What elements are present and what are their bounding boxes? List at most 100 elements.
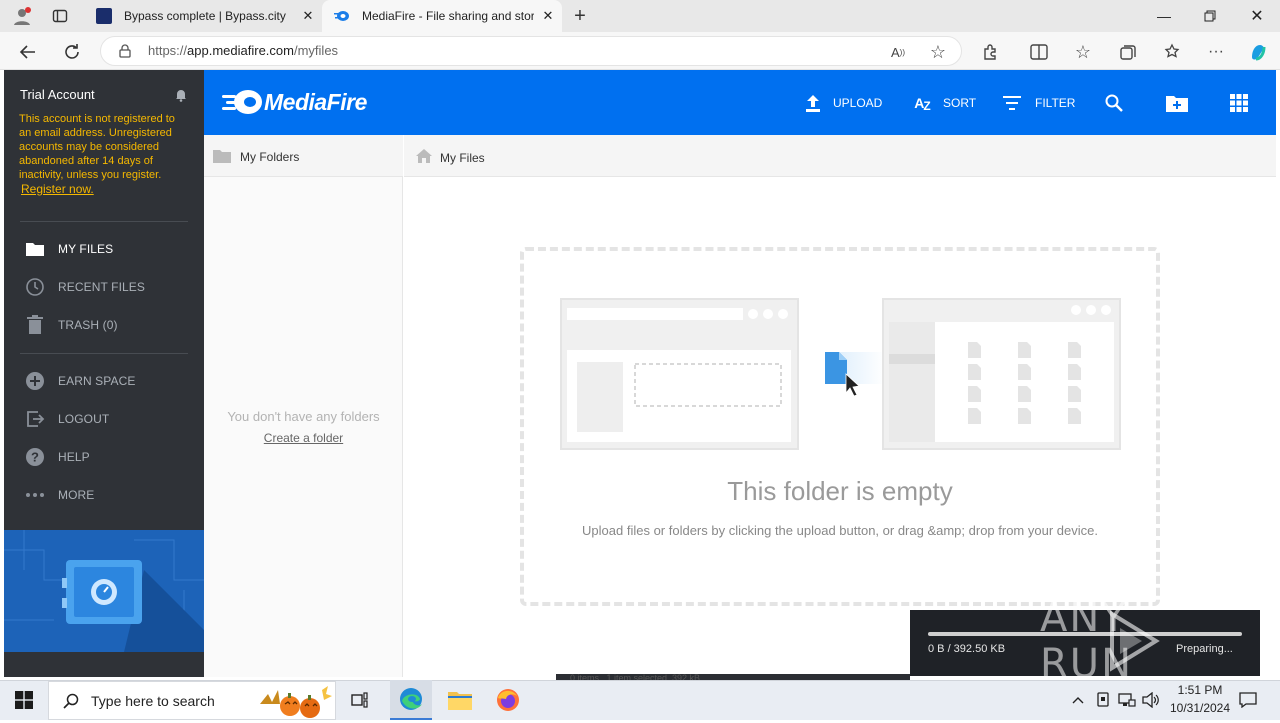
upload-label: UPLOAD: [833, 96, 883, 110]
help-icon: ?: [24, 446, 46, 468]
url-text[interactable]: https://app.mediafire.com/myfiles: [148, 43, 338, 58]
filter-icon: [1003, 95, 1021, 111]
logo-text: MediaFire: [264, 88, 367, 115]
sort-az-icon: AZ: [914, 95, 931, 113]
watermark-text: ANY RUN: [1040, 595, 1133, 687]
volume-icon[interactable]: [1140, 690, 1162, 710]
clock-time[interactable]: 1:51 PM: [1164, 683, 1236, 697]
more-icon: [24, 484, 46, 506]
nav-trash[interactable]: TRASH (0): [24, 312, 118, 338]
favorite-star-icon[interactable]: ☆: [926, 40, 950, 64]
nav-label: TRASH (0): [58, 318, 118, 332]
tab-bypass[interactable]: Bypass complete | Bypass.city ✕: [86, 0, 322, 32]
tab-actions-icon[interactable]: [48, 4, 72, 28]
search-placeholder: Type here to search: [91, 692, 215, 709]
mediafire-flame-icon: [220, 88, 264, 116]
trash-icon: [24, 314, 46, 336]
nav-recent-files[interactable]: RECENT FILES: [24, 274, 145, 300]
new-tab-icon[interactable]: +: [568, 4, 592, 28]
profile-icon[interactable]: [10, 4, 34, 28]
divider: [20, 353, 188, 354]
grid-view-icon[interactable]: [1229, 93, 1249, 113]
firefox-icon[interactable]: [488, 680, 528, 720]
svg-text:?: ?: [31, 450, 39, 465]
nav-label: EARN SPACE: [58, 374, 136, 388]
device-icon[interactable]: [1093, 690, 1113, 710]
extensions-icon[interactable]: [979, 40, 1003, 64]
browser-essentials-icon[interactable]: [1160, 40, 1184, 64]
network-icon[interactable]: [1116, 690, 1138, 710]
tab-title: MediaFire - File sharing and stora: [362, 9, 534, 23]
search-icon: [61, 691, 81, 711]
upload-icon: [805, 94, 821, 112]
halloween-search-art: [258, 684, 336, 718]
folders-pane: [204, 135, 403, 677]
plus-circle-icon: [24, 370, 46, 392]
divider: [20, 221, 188, 222]
split-screen-icon[interactable]: [1027, 40, 1051, 64]
register-link[interactable]: Register now.: [21, 182, 94, 196]
url-prefix: https://: [148, 43, 188, 58]
close-tab-icon[interactable]: ✕: [540, 8, 556, 24]
close-window-icon[interactable]: ✕: [1234, 0, 1280, 32]
notification-bell-icon[interactable]: [174, 88, 188, 102]
tab-mediafire[interactable]: MediaFire - File sharing and stora ✕: [322, 0, 562, 32]
task-view-icon[interactable]: [340, 680, 380, 720]
mediafire-logo[interactable]: MediaFire: [220, 88, 367, 116]
clock-icon: [24, 276, 46, 298]
back-icon[interactable]: [16, 40, 40, 64]
url-host: app.mediafire.com: [187, 43, 294, 58]
refresh-icon[interactable]: [60, 40, 84, 64]
nav-label: LOGOUT: [58, 412, 110, 426]
tray-chevron-icon[interactable]: [1068, 690, 1088, 710]
no-folders-text: You don't have any folders: [227, 409, 380, 424]
nav-label: RECENT FILES: [58, 280, 145, 294]
collections-icon[interactable]: [1116, 40, 1140, 64]
account-title: Trial Account: [20, 87, 95, 102]
folders-title: My Folders: [240, 150, 300, 164]
minimize-icon[interactable]: —: [1141, 0, 1187, 32]
url-path: /myfiles: [293, 43, 339, 58]
promo-banner[interactable]: [4, 530, 204, 652]
copilot-icon[interactable]: [1246, 40, 1270, 64]
search-icon[interactable]: [1104, 93, 1124, 113]
edge-taskbar-icon[interactable]: [390, 680, 432, 720]
folders-pane-header: [204, 135, 403, 177]
favorites-icon[interactable]: ☆: [1071, 40, 1095, 64]
download-size: 0 B / 392.50 KB: [928, 643, 1006, 655]
filter-button[interactable]: FILTER: [1003, 92, 1075, 114]
close-tab-icon[interactable]: ✕: [300, 8, 316, 24]
lock-icon[interactable]: [116, 42, 134, 60]
nav-my-files[interactable]: MY FILES: [24, 236, 113, 262]
tab-title: Bypass complete | Bypass.city: [124, 9, 286, 23]
file-explorer-icon[interactable]: [440, 680, 480, 720]
sort-button[interactable]: AZ SORT: [911, 92, 976, 114]
nav-logout[interactable]: LOGOUT: [24, 406, 109, 432]
bypass-favicon-icon: [96, 8, 112, 24]
empty-description: Upload files or folders by clicking the …: [582, 523, 1098, 538]
create-folder-link[interactable]: Create a folder: [204, 431, 403, 445]
clock-date[interactable]: 10/31/2024: [1164, 701, 1236, 715]
folder-icon: [213, 148, 231, 163]
nav-label: MORE: [58, 488, 95, 502]
breadcrumb-current[interactable]: My Files: [440, 151, 485, 165]
filter-label: FILTER: [1035, 96, 1076, 110]
more-menu-icon[interactable]: ···: [1204, 40, 1228, 64]
warning-text: This account is not registered to an ema…: [19, 113, 175, 181]
nav-earn-space[interactable]: EARN SPACE: [24, 368, 135, 394]
new-folder-icon[interactable]: [1166, 93, 1188, 113]
upload-button[interactable]: UPLOAD: [805, 92, 882, 114]
nav-help[interactable]: ? HELP: [24, 444, 90, 470]
home-icon[interactable]: [416, 148, 432, 163]
folder-icon: [24, 238, 46, 260]
restore-icon[interactable]: [1187, 0, 1233, 32]
read-aloud-icon[interactable]: A)): [886, 40, 910, 64]
nav-more[interactable]: MORE: [24, 482, 94, 508]
logout-icon: [24, 408, 46, 430]
vault-illustration: [4, 530, 204, 652]
nav-label: HELP: [58, 450, 90, 464]
windows-start-icon[interactable]: [0, 680, 48, 720]
sort-label: SORT: [943, 96, 977, 110]
notification-center-icon[interactable]: [1236, 684, 1260, 716]
anyrun-play-icon: [1110, 610, 1160, 672]
